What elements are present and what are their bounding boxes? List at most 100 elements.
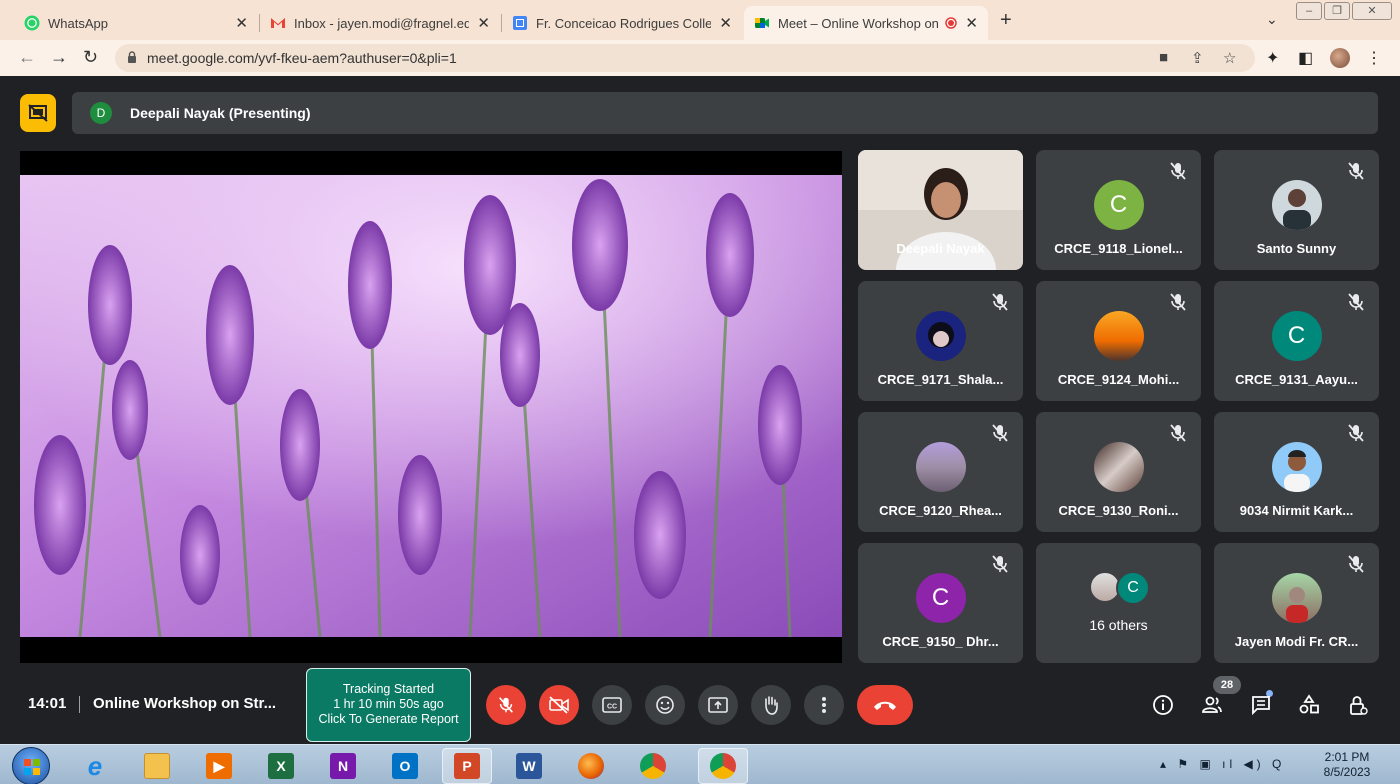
url-text: meet.google.com/yvf-fkeu-aem?authuser=0&… bbox=[147, 50, 457, 66]
mic-off-icon bbox=[992, 555, 1008, 573]
participant-name: CRCE_9118_Lionel... bbox=[1054, 241, 1183, 256]
tab-search-chevron-icon[interactable]: ⌄ bbox=[1266, 11, 1278, 28]
outlook-icon[interactable]: O bbox=[380, 748, 430, 784]
tab-college[interactable]: Fr. Conceicao Rodrigues College ✕ bbox=[502, 6, 742, 40]
activities-icon[interactable] bbox=[1298, 694, 1320, 716]
camera-in-use-icon[interactable]: ■ bbox=[1159, 49, 1168, 66]
leave-call-button[interactable] bbox=[857, 685, 913, 725]
tab-label: Inbox - jayen.modi@fragnel.edu bbox=[294, 15, 470, 31]
people-icon[interactable] bbox=[1201, 694, 1223, 716]
others-tile[interactable]: C 16 others bbox=[1036, 543, 1201, 663]
mic-off-icon bbox=[1170, 162, 1186, 180]
menu-kebab-icon[interactable]: ⋮ bbox=[1366, 48, 1382, 68]
participant-name: CRCE_9130_Roni... bbox=[1058, 503, 1179, 518]
close-icon[interactable]: ✕ bbox=[965, 14, 978, 32]
present-screen-button[interactable] bbox=[698, 685, 738, 725]
google-sites-icon bbox=[513, 16, 527, 30]
close-icon[interactable]: ✕ bbox=[235, 14, 248, 32]
close-icon[interactable]: ✕ bbox=[719, 14, 732, 32]
host-controls-lock-icon[interactable] bbox=[1347, 694, 1369, 716]
word-icon[interactable]: W bbox=[504, 748, 554, 784]
profile-avatar[interactable] bbox=[1330, 48, 1350, 68]
raise-hand-button[interactable] bbox=[751, 685, 791, 725]
participant-tile[interactable]: C CRCE_9131_Aayu... bbox=[1214, 281, 1379, 401]
presenter-bar: D Deepali Nayak (Presenting) bbox=[72, 92, 1378, 134]
emoji-icon bbox=[656, 696, 674, 714]
side-panel-icon[interactable]: ◧ bbox=[1298, 48, 1313, 68]
tracking-report-button[interactable]: Tracking Started 1 hr 10 min 50s ago Cli… bbox=[306, 668, 471, 742]
new-tab-button[interactable]: + bbox=[1000, 9, 1012, 32]
raise-hand-icon bbox=[765, 696, 778, 715]
shared-screen bbox=[20, 151, 842, 663]
participant-tile[interactable]: 9034 Nirmit Kark... bbox=[1214, 412, 1379, 532]
mic-off-icon bbox=[1348, 293, 1364, 311]
microphone-toggle-button[interactable] bbox=[486, 685, 526, 725]
windows-logo-icon bbox=[24, 759, 40, 775]
chat-icon[interactable] bbox=[1250, 694, 1272, 716]
mic-off-icon bbox=[1348, 555, 1364, 573]
participant-name: CRCE_9124_Mohi... bbox=[1057, 372, 1180, 387]
share-icon[interactable]: ⇪ bbox=[1191, 49, 1204, 67]
chrome-icon[interactable] bbox=[628, 748, 678, 784]
meeting-details-icon[interactable] bbox=[1152, 694, 1174, 716]
excel-icon[interactable]: X bbox=[256, 748, 306, 784]
presentation-off-icon bbox=[28, 104, 48, 122]
participant-tile[interactable]: C CRCE_9150_ Dhr... bbox=[858, 543, 1023, 663]
file-explorer-icon[interactable] bbox=[132, 748, 182, 784]
mic-off-icon bbox=[1170, 424, 1186, 442]
participant-tile-presenter[interactable]: Deepali Nayak bbox=[858, 150, 1023, 270]
participant-count-badge: 28 bbox=[1213, 676, 1241, 694]
participant-tile-self[interactable]: Jayen Modi Fr. CR... bbox=[1214, 543, 1379, 663]
start-button[interactable] bbox=[12, 747, 50, 784]
bookmark-star-icon[interactable]: ☆ bbox=[1223, 49, 1236, 67]
mic-off-icon bbox=[1170, 293, 1186, 311]
minimize-icon[interactable]: – bbox=[1296, 2, 1322, 20]
more-options-button[interactable] bbox=[804, 685, 844, 725]
participant-tile[interactable]: CRCE_9120_Rhea... bbox=[858, 412, 1023, 532]
reload-icon[interactable]: ↻ bbox=[83, 47, 98, 68]
internet-explorer-icon[interactable]: e bbox=[70, 748, 120, 784]
participant-tile[interactable]: CRCE_9171_Shala... bbox=[858, 281, 1023, 401]
windows-taskbar: e ▶ X N O P W ▴ ⚑ ▣ ıl ◀) Q 2:01 PM 8/5/… bbox=[0, 744, 1400, 784]
divider bbox=[79, 696, 80, 713]
system-tray-icons[interactable]: ▴ ⚑ ▣ ıl ◀) Q bbox=[1160, 757, 1285, 771]
firefox-icon[interactable] bbox=[566, 748, 616, 784]
mic-off-icon bbox=[992, 424, 1008, 442]
powerpoint-icon[interactable]: P bbox=[442, 748, 492, 784]
participant-avatar: C bbox=[1093, 180, 1144, 230]
present-to-all-icon bbox=[708, 697, 728, 713]
captions-button[interactable]: CC bbox=[592, 685, 632, 725]
back-icon[interactable]: ← bbox=[18, 47, 36, 68]
participant-avatar: C bbox=[1271, 311, 1322, 361]
closed-captions-icon: CC bbox=[602, 697, 622, 713]
participant-photo bbox=[1271, 442, 1322, 492]
close-icon[interactable]: ✕ bbox=[477, 14, 490, 32]
call-controls-bar: 14:01 Online Workshop on Str... Tracking… bbox=[0, 668, 1400, 742]
participant-tile[interactable]: CRCE_9124_Mohi... bbox=[1036, 281, 1201, 401]
forward-icon[interactable]: → bbox=[50, 47, 68, 68]
onenote-icon[interactable]: N bbox=[318, 748, 368, 784]
more-vert-icon bbox=[822, 697, 826, 713]
mic-off-icon bbox=[499, 697, 513, 713]
reactions-button[interactable] bbox=[645, 685, 685, 725]
extensions-icon[interactable]: ✦ bbox=[1266, 48, 1279, 68]
participant-tile[interactable]: CRCE_9130_Roni... bbox=[1036, 412, 1201, 532]
restore-icon[interactable]: ❐ bbox=[1324, 2, 1350, 20]
stop-presenting-button[interactable] bbox=[20, 94, 56, 132]
address-bar[interactable]: meet.google.com/yvf-fkeu-aem?authuser=0&… bbox=[115, 44, 1255, 72]
tab-meet[interactable]: Meet – Online Workshop on ✕ bbox=[744, 6, 988, 40]
participant-avatar: C bbox=[1116, 571, 1150, 605]
participant-name: Santo Sunny bbox=[1256, 241, 1337, 256]
participant-tile[interactable]: Santo Sunny bbox=[1214, 150, 1379, 270]
chrome-profile-icon[interactable] bbox=[698, 748, 748, 784]
camera-toggle-button[interactable] bbox=[539, 685, 579, 725]
media-player-icon[interactable]: ▶ bbox=[194, 748, 244, 784]
participant-tile[interactable]: C CRCE_9118_Lionel... bbox=[1036, 150, 1201, 270]
recording-dot-icon bbox=[945, 17, 958, 29]
participant-photo bbox=[1271, 573, 1322, 623]
system-clock[interactable]: 2:01 PM 8/5/2023 bbox=[1312, 750, 1382, 780]
tab-whatsapp[interactable]: WhatsApp ✕ bbox=[14, 6, 258, 40]
close-window-icon[interactable]: ✕ bbox=[1352, 2, 1392, 20]
participant-name: 9034 Nirmit Kark... bbox=[1239, 503, 1354, 518]
tab-gmail-inbox[interactable]: Inbox - jayen.modi@fragnel.edu ✕ bbox=[260, 6, 500, 40]
